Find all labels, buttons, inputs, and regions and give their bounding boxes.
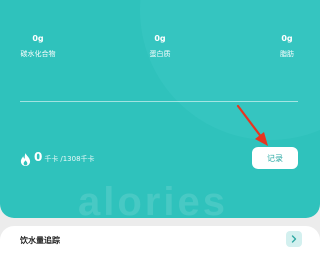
water-tracking-title: 饮水量追踪 [20, 236, 60, 245]
calorie-unit: 千卡 [44, 155, 59, 163]
macro-fat-label: 脂肪 [280, 50, 294, 58]
macro-carbs-label: 碳水化合物 [20, 50, 56, 58]
annotation-arrow-icon [236, 104, 268, 146]
macro-carbs-value: 0g [32, 34, 44, 43]
macro-protein: 0g 蛋白质 [130, 34, 190, 59]
calorie-summary: 0 千卡 /1308千卡 [20, 150, 95, 168]
record-button[interactable]: 记录 [252, 147, 298, 169]
flame-icon [20, 152, 31, 166]
divider [20, 101, 298, 102]
calorie-target: /1308千卡 [60, 155, 95, 163]
macro-fat: 0g 脂肪 [257, 34, 317, 59]
macro-carbs: 0g 碳水化合物 [8, 34, 68, 59]
calories-watermark: alories [78, 180, 228, 218]
macro-fat-value: 0g [281, 34, 293, 43]
decorative-circle [140, 0, 320, 140]
nutrition-summary-card: 0g 碳水化合物 0g 蛋白质 0g 脂肪 0 千卡 /1308千卡 记录 al… [0, 0, 320, 218]
macro-protein-value: 0g [154, 34, 166, 43]
chevron-right-icon [291, 235, 297, 243]
water-tracking-card[interactable]: 饮水量追踪 [0, 226, 320, 266]
calorie-value: 0 [34, 150, 43, 164]
macro-protein-label: 蛋白质 [149, 50, 171, 58]
water-tracking-open-button[interactable] [286, 231, 302, 247]
